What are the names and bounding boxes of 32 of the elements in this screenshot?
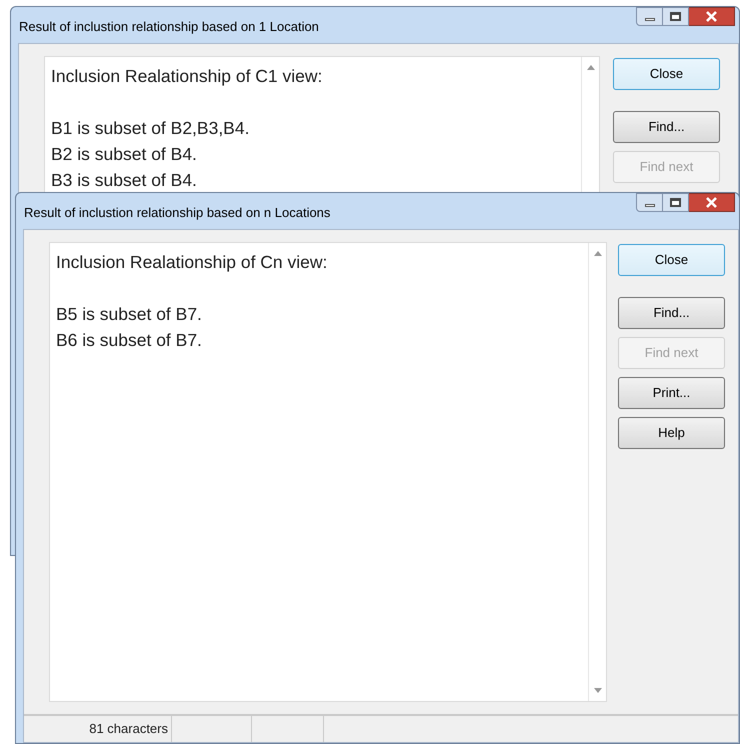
result-line: B5 is subset of B7. bbox=[56, 303, 203, 326]
maximize-icon bbox=[670, 12, 681, 21]
dialog-button[interactable]: Close bbox=[618, 244, 725, 276]
close-window-button[interactable] bbox=[689, 193, 735, 212]
minimize-button[interactable] bbox=[636, 193, 663, 212]
heading-text: Inclusion Realationship of Cn view: bbox=[56, 251, 328, 274]
scroll-down-icon[interactable] bbox=[594, 688, 602, 693]
scroll-up-icon[interactable] bbox=[594, 251, 602, 256]
dialog-button[interactable]: Find... bbox=[618, 297, 725, 329]
maximize-button[interactable] bbox=[663, 193, 689, 212]
result-line: B6 is subset of B7. bbox=[56, 329, 203, 352]
status-text: 81 characters bbox=[24, 716, 172, 742]
window-title: Result of inclustion relationship based on n Locations bbox=[24, 204, 330, 222]
close-icon bbox=[705, 197, 718, 208]
heading-text: Inclusion Realationship of C1 view: bbox=[51, 65, 324, 88]
maximize-icon bbox=[670, 198, 681, 207]
dialog-button[interactable]: Close bbox=[613, 58, 720, 90]
close-window-button[interactable] bbox=[689, 7, 735, 26]
dialog-button[interactable]: Print... bbox=[618, 377, 725, 409]
minimize-icon bbox=[644, 18, 654, 21]
result-line: B3 is subset of B4. bbox=[51, 169, 198, 192]
dialog-button[interactable]: Help bbox=[618, 417, 725, 449]
scroll-up-icon[interactable] bbox=[587, 65, 595, 70]
window-title: Result of inclustion relationship based on 1 Location bbox=[19, 18, 319, 36]
result-line: B1 is subset of B2,B3,B4. bbox=[51, 117, 250, 140]
minimize-icon bbox=[644, 204, 654, 207]
dialog-button[interactable]: Find... bbox=[613, 111, 720, 143]
maximize-button[interactable] bbox=[663, 7, 689, 26]
result-line: B2 is subset of B4. bbox=[51, 143, 198, 166]
close-icon bbox=[705, 11, 718, 22]
minimize-button[interactable] bbox=[636, 7, 663, 26]
text-area[interactable]: Inclusion Realationship of Cn view: B5 is subset of B7. B6 is subset of B7. bbox=[49, 242, 607, 702]
